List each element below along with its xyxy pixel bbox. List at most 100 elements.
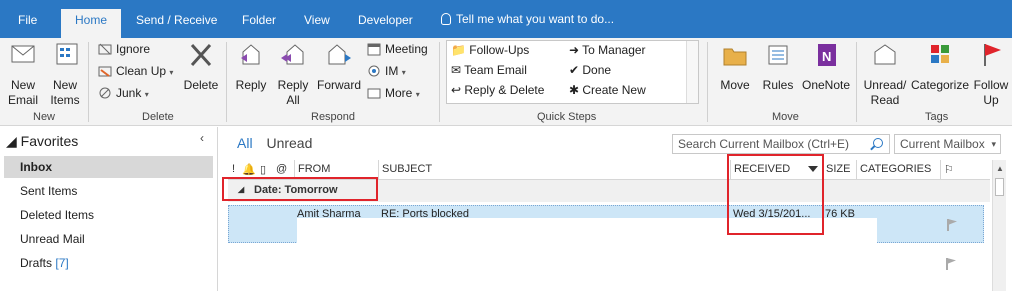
quick-step-label: To Manager [582, 43, 646, 57]
reply-icon [241, 44, 260, 65]
folder-unread-mail[interactable]: Unread Mail [4, 228, 213, 250]
folder-deleted-items[interactable]: Deleted Items [4, 204, 213, 226]
reply-all-button[interactable]: Reply All [274, 40, 312, 108]
quick-step-team-email[interactable]: ✉ Team Email [451, 63, 527, 77]
column-categories[interactable]: CATEGORIES [860, 163, 931, 175]
quick-steps-gallery: 📁 Follow-Ups ➜ To Manager ✉ Team Email ✔… [446, 40, 699, 104]
ignore-button[interactable]: Ignore [98, 40, 150, 60]
quick-steps-scrollbar[interactable] [686, 41, 698, 103]
search-scope-dropdown[interactable]: Current Mailbox ▾ [894, 134, 1001, 154]
annotation-highlight-received [727, 154, 824, 235]
quick-step-create-new[interactable]: ✱ Create New [569, 83, 646, 97]
move-label: Move [720, 78, 750, 92]
im-icon [368, 65, 380, 77]
tab-send-receive[interactable]: Send / Receive [136, 13, 217, 27]
collapse-pane-icon[interactable]: ‹ [200, 131, 204, 145]
search-input[interactable]: Search Current Mailbox (Ctrl+E) [672, 134, 890, 154]
ribbon: New Email New Items New Ignore Clean Up … [0, 38, 1012, 126]
search-icon[interactable] [873, 138, 883, 148]
column-from[interactable]: FROM [298, 163, 330, 175]
attachment-column-icon[interactable]: @ [276, 163, 287, 175]
quick-step-reply-delete[interactable]: ↩ Reply & Delete [451, 83, 544, 97]
icon-column-icon[interactable]: ▯ [260, 163, 266, 176]
new-items-button[interactable]: New Items [46, 40, 84, 108]
delete-button[interactable]: Delete [182, 40, 220, 93]
rules-icon [768, 45, 788, 65]
tab-view[interactable]: View [304, 13, 330, 27]
folder-sent-items[interactable]: Sent Items [4, 180, 213, 202]
new-email-button[interactable]: New Email [6, 40, 40, 108]
favorites-header[interactable]: ◢ Favorites [6, 133, 78, 150]
im-label: IM [385, 64, 399, 78]
vertical-scrollbar[interactable]: ▲ [992, 160, 1006, 291]
column-divider[interactable] [940, 160, 941, 179]
tab-home[interactable]: Home [61, 9, 122, 38]
folder-label: Drafts [20, 256, 53, 270]
importance-column-icon[interactable]: ! [232, 163, 235, 175]
reminder-column-icon[interactable]: 🔔 [242, 163, 256, 176]
move-folder-icon [723, 48, 747, 66]
tab-file[interactable]: File [18, 13, 37, 27]
group-label-respond: Respond [311, 111, 356, 123]
column-size[interactable]: SIZE [826, 163, 850, 175]
folder-inbox[interactable]: Inbox [4, 156, 213, 178]
new-items-icon [56, 43, 78, 65]
forward-icon [328, 44, 351, 65]
forward-button[interactable]: Forward [316, 40, 362, 93]
tab-developer[interactable]: Developer [358, 13, 413, 27]
rules-button[interactable]: Rules [760, 40, 796, 93]
folder-label: Inbox [20, 160, 52, 174]
onenote-icon: N [818, 44, 836, 66]
junk-label: Junk [116, 86, 142, 100]
ribbon-tab-bar: File Home Send / Receive Folder View Dev… [0, 0, 1012, 38]
more-icon [367, 88, 381, 99]
pane-divider[interactable] [217, 127, 218, 291]
new-email-icon [11, 45, 35, 63]
new-email-label: New Email [7, 78, 38, 107]
mail-filters: All Unread [237, 135, 312, 151]
ribbon-separator [88, 42, 89, 122]
quick-step-label: Done [582, 63, 612, 77]
flag-column-icon[interactable]: ⚐ [944, 163, 954, 176]
categorize-button[interactable]: Categorize [910, 40, 970, 93]
tell-me-box[interactable]: Tell me what you want to do... [441, 12, 614, 26]
column-subject[interactable]: SUBJECT [382, 163, 432, 175]
unread-read-button[interactable]: Unread/ Read [862, 40, 908, 108]
favorites-label: Favorites [20, 133, 79, 149]
group-label-quick-steps: Quick Steps [537, 111, 597, 123]
calendar-icon [367, 43, 381, 56]
scroll-up-icon[interactable]: ▲ [996, 164, 1004, 173]
quick-step-to-manager[interactable]: ➜ To Manager [569, 43, 646, 57]
meeting-label: Meeting [385, 42, 428, 56]
folder-drafts[interactable]: Drafts [7] [4, 252, 213, 274]
search-scope-label: Current Mailbox [900, 137, 985, 151]
follow-up-flag-icon [984, 44, 1001, 66]
clean-up-button[interactable]: Clean Up ▾ [98, 62, 173, 82]
follow-up-button[interactable]: Follow Up [972, 40, 1010, 108]
move-button[interactable]: Move [714, 40, 756, 93]
annotation-highlight-group [222, 177, 378, 201]
folder-label: Sent Items [20, 184, 78, 198]
column-divider[interactable] [378, 160, 379, 179]
flag-icon[interactable] [946, 258, 956, 270]
group-label-tags: Tags [925, 111, 949, 123]
quick-step-follow-ups[interactable]: 📁 Follow-Ups [451, 43, 529, 57]
tab-folder[interactable]: Folder [242, 13, 276, 27]
quick-step-label: Reply & Delete [464, 83, 545, 97]
meeting-button[interactable]: Meeting [367, 40, 428, 60]
scrollbar-thumb[interactable] [995, 178, 1004, 196]
reply-button[interactable]: Reply [232, 40, 270, 93]
filter-all[interactable]: All [237, 135, 253, 151]
im-button[interactable]: IM ▾ [367, 62, 406, 82]
chevron-down-icon: ▾ [991, 139, 996, 149]
column-divider[interactable] [856, 160, 857, 179]
onenote-button[interactable]: N OneNote [800, 40, 852, 93]
ribbon-separator [856, 42, 857, 122]
more-respond-button[interactable]: More ▾ [367, 84, 420, 104]
quick-step-done[interactable]: ✔ Done [569, 63, 611, 77]
group-label-new: New [33, 111, 56, 123]
flag-icon[interactable] [947, 219, 957, 231]
junk-button[interactable]: Junk ▾ [98, 84, 149, 104]
clean-up-icon [98, 66, 112, 77]
filter-unread[interactable]: Unread [266, 135, 312, 151]
